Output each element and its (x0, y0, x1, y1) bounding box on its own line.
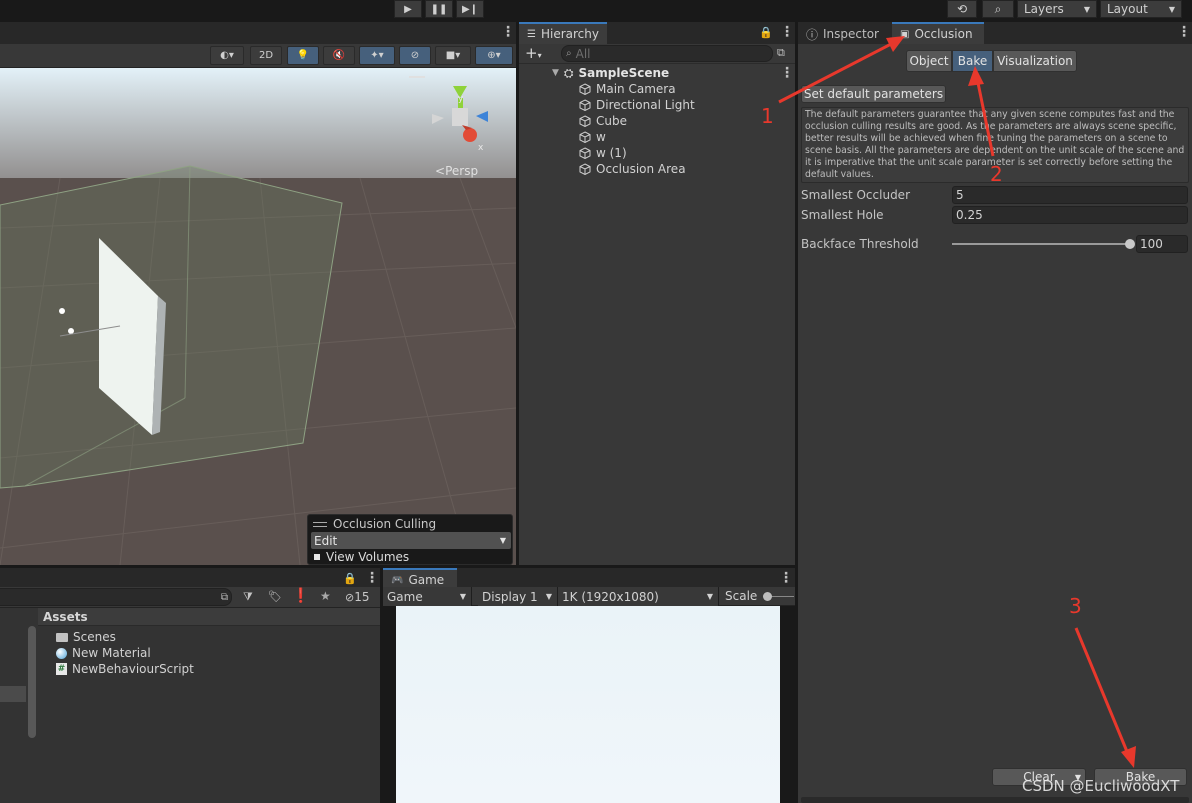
annotation-label-1: 1 (761, 104, 774, 128)
annotation-text: 2 (990, 162, 1003, 186)
annotation-arrow-3 (1074, 627, 1136, 768)
annotation-text: 3 (1069, 594, 1082, 618)
annotation-label-3: 3 (1069, 594, 1082, 618)
annotation-arrow-1 (778, 36, 905, 104)
annotation-overlay (778, 36, 1136, 768)
annotation-text: 1 (761, 104, 774, 128)
unity-editor-window: ▶ ❚❚ ▶❙ ⟲ ⌕ Layers ▼ Layout ▼ ⋮ ◐▾ 2D 💡 🔇 … (0, 0, 1192, 803)
annotation-arrow-2 (968, 66, 995, 157)
watermark-text: CSDN @EucliwoodXT (1022, 777, 1180, 795)
watermark: CSDN @EucliwoodXT (1022, 777, 1179, 795)
annotation-label-2: 2 (990, 162, 1003, 186)
